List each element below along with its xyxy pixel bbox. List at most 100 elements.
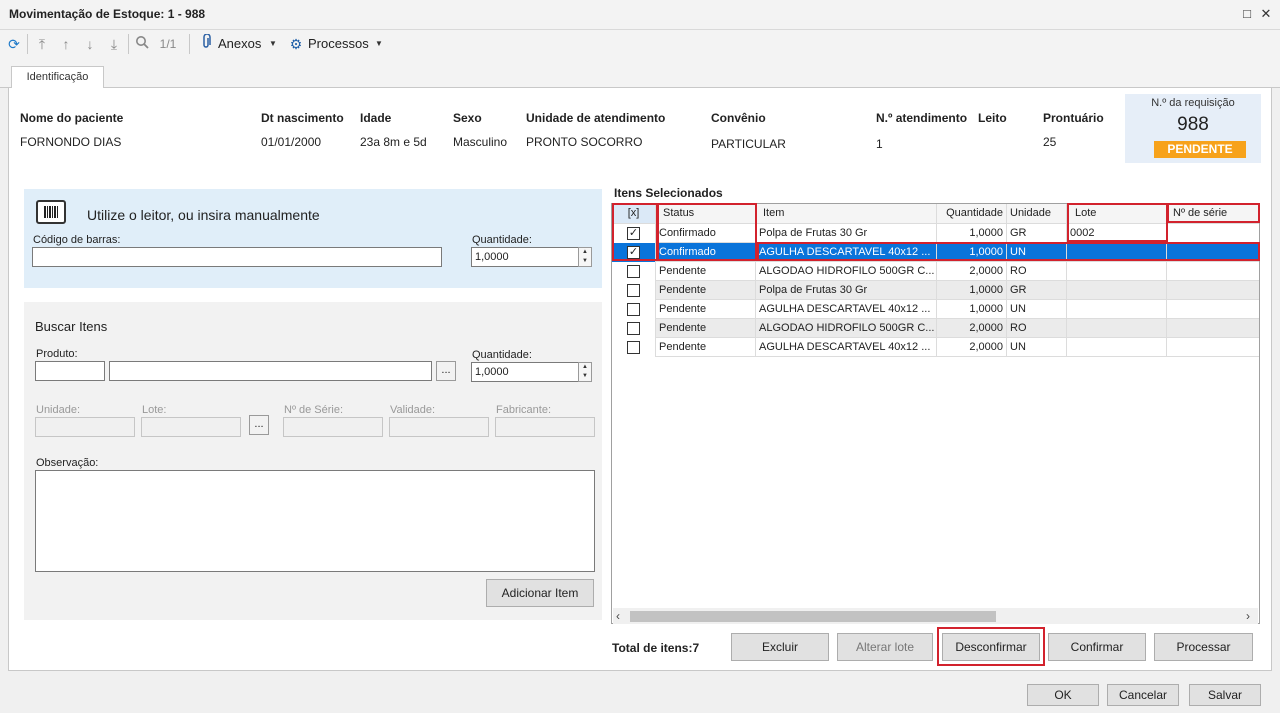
col-header-item[interactable]: Item [756, 204, 937, 223]
col-header-unidade[interactable]: Unidade [1007, 204, 1067, 223]
col-header-check[interactable]: [x] [612, 204, 656, 223]
barcode-input[interactable] [32, 247, 442, 267]
label-leito: Leito [978, 111, 1007, 125]
cell-qty: 2,0000 [937, 338, 1007, 357]
cell-check[interactable]: ✓ [612, 243, 656, 262]
row-checkbox[interactable] [627, 284, 640, 297]
cell-qty: 1,0000 [937, 281, 1007, 300]
col-header-lote[interactable]: Lote [1067, 204, 1167, 223]
scroll-left-icon[interactable]: ‹ [616, 609, 620, 623]
row-checkbox[interactable]: ✓ [627, 227, 640, 240]
table-row[interactable]: Pendente ALGODAO HIDROFILO 500GR C... 2,00… [612, 262, 1259, 281]
maximize-icon[interactable]: □ [1239, 6, 1255, 22]
requisition-label: N.º da requisição [1151, 97, 1235, 109]
cell-item: ALGODAO HIDROFILO 500GR C... [756, 319, 937, 338]
next-record-icon[interactable]: ↓ [81, 34, 99, 54]
ok-button[interactable]: OK [1027, 684, 1099, 706]
search-qty-label: Quantidade: [472, 349, 532, 361]
status-badge: PENDENTE [1154, 141, 1246, 158]
requisition-number: 988 [1177, 114, 1209, 135]
cell-status: Confirmado [656, 224, 756, 243]
cell-qty: 1,0000 [937, 300, 1007, 319]
tab-strip: Identificação [0, 58, 1280, 89]
cell-check[interactable] [612, 262, 656, 281]
last-record-icon[interactable]: ⤓ [105, 34, 123, 54]
produto-name-input[interactable] [109, 361, 432, 381]
cell-lote [1067, 300, 1167, 319]
cell-lote [1067, 243, 1167, 262]
table-row[interactable]: Pendente ALGODAO HIDROFILO 500GR C... 2,00… [612, 319, 1259, 338]
processos-menu[interactable]: Processos [308, 34, 370, 54]
value-n-atendimento: 1 [876, 137, 883, 151]
close-icon[interactable]: ✕ [1258, 6, 1274, 22]
paperclip-icon[interactable] [199, 33, 213, 54]
desconfirmar-button[interactable]: Desconfirmar [942, 633, 1040, 661]
cell-serie [1167, 338, 1259, 357]
search-qty-input[interactable]: 1,0000 [471, 362, 579, 382]
fabricante-label: Fabricante: [496, 404, 552, 416]
value-dt-nascimento: 01/01/2000 [261, 135, 322, 149]
row-checkbox[interactable] [627, 322, 640, 335]
row-checkbox[interactable] [627, 341, 640, 354]
table-row[interactable]: Pendente AGULHA DESCARTAVEL 40x12 ... 1,00… [612, 300, 1259, 319]
scrollbar-thumb[interactable] [630, 611, 996, 622]
cell-check[interactable]: ✓ [612, 224, 656, 243]
observacao-textarea[interactable] [35, 470, 595, 572]
table-row[interactable]: ✓ Confirmado Polpa de Frutas 30 Gr 1,0000 GR… [612, 224, 1259, 243]
scanner-qty-stepper[interactable]: ▲ ▼ [578, 247, 592, 267]
previous-record-icon[interactable]: ↑ [57, 34, 75, 54]
label-prontuario: Prontuário [1043, 111, 1104, 125]
cell-item: ALGODAO HIDROFILO 500GR C... [756, 262, 937, 281]
anexos-menu[interactable]: Anexos [218, 34, 262, 54]
cancelar-button[interactable]: Cancelar [1107, 684, 1179, 706]
cell-check[interactable] [612, 281, 656, 300]
lote-search-button[interactable]: ... [249, 415, 269, 435]
col-header-status[interactable]: Status [656, 204, 756, 223]
col-header-quantidade[interactable]: Quantidade [937, 204, 1007, 223]
alterar-lote-button: Alterar lote [837, 633, 933, 661]
processar-button[interactable]: Processar [1154, 633, 1253, 661]
cell-status: Pendente [656, 262, 756, 281]
chevron-down-icon[interactable]: ▼ [374, 34, 384, 54]
excluir-button[interactable]: Excluir [731, 633, 829, 661]
search-qty-stepper[interactable]: ▲ ▼ [578, 362, 592, 382]
chevron-down-icon[interactable]: ▼ [268, 34, 278, 54]
first-record-icon[interactable]: ⤒ [33, 34, 51, 54]
gear-icon[interactable]: ⚙ [289, 34, 303, 54]
row-checkbox[interactable]: ✓ [627, 246, 640, 259]
label-n-atendimento: N.º atendimento [876, 111, 968, 125]
table-row[interactable]: ✓ Confirmado AGULHA DESCARTAVEL 40x12 ... 1… [612, 243, 1259, 262]
produto-code-input[interactable] [35, 361, 105, 381]
tab-identificacao[interactable]: Identificação [11, 66, 104, 89]
produto-search-button[interactable]: ... [436, 361, 456, 381]
unidade-label: Unidade: [36, 404, 81, 416]
col-header-serie[interactable]: Nº de série [1167, 204, 1259, 223]
cell-check[interactable] [612, 338, 656, 357]
horizontal-scrollbar[interactable]: ‹ › [613, 608, 1258, 624]
search-icon[interactable] [133, 34, 151, 54]
lote-label: Lote: [142, 404, 167, 416]
table-row[interactable]: Pendente Polpa de Frutas 30 Gr 1,0000 GR [612, 281, 1259, 300]
scanner-qty-input[interactable]: 1,0000 [471, 247, 579, 267]
row-checkbox[interactable] [627, 265, 640, 278]
add-item-button[interactable]: Adicionar Item [486, 579, 594, 607]
cell-item: Polpa de Frutas 30 Gr [756, 224, 937, 243]
toolbar: ⟳ ⤒ ↑ ↓ ⤓ 1/1 Anexos ▼ ⚙ Processos ▼ [0, 30, 1280, 58]
refresh-icon[interactable]: ⟳ [5, 34, 23, 54]
barcode-icon [36, 200, 66, 224]
cell-unit: UN [1007, 338, 1067, 357]
row-checkbox[interactable] [627, 303, 640, 316]
cell-unit: RO [1007, 262, 1067, 281]
cell-check[interactable] [612, 300, 656, 319]
table-row[interactable]: Pendente AGULHA DESCARTAVEL 40x12 ... 2,00… [612, 338, 1259, 357]
confirmar-button[interactable]: Confirmar [1048, 633, 1146, 661]
total-items: Total de itens:7 [612, 641, 700, 655]
scroll-right-icon[interactable]: › [1246, 609, 1250, 623]
cell-item: AGULHA DESCARTAVEL 40x12 ... [756, 338, 937, 357]
salvar-button[interactable]: Salvar [1189, 684, 1261, 706]
cell-qty: 2,0000 [937, 262, 1007, 281]
cell-serie [1167, 224, 1259, 243]
cell-check[interactable] [612, 319, 656, 338]
validade-input [389, 417, 489, 437]
lote-input [141, 417, 241, 437]
